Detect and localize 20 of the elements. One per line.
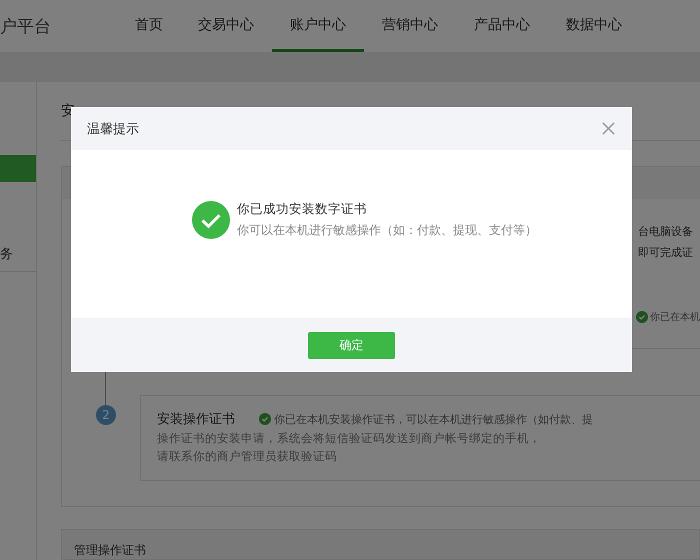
brand-title: 户平台	[0, 16, 52, 38]
confirm-button[interactable]: 确定	[308, 332, 395, 358]
nav-tab[interactable]: 产品中心	[456, 0, 548, 52]
status-text: 你已在本机安装操作证书，可以在本机进行敏感操作（如付款、提	[274, 412, 593, 427]
nav-tab[interactable]: 数据中心	[548, 0, 640, 52]
nav-tab[interactable]: 首页	[118, 0, 180, 52]
dialog-detail: 你可以在本机进行敏感操作（如：付款、提现、支付等）	[237, 222, 537, 239]
step-description: 操作证书的安装申请，系统会将短信验证码发送到商户帐号绑定的手机，	[157, 431, 541, 446]
step-title: 安装操作证书	[157, 411, 235, 428]
nav-tab[interactable]: 营销中心	[364, 0, 456, 52]
step-text: 台电脑设备	[638, 224, 694, 240]
step-description: 请联系你的商户管理员获取验证码	[157, 449, 337, 464]
nav-tab[interactable]: 交易中心	[180, 0, 272, 52]
sidebar-item[interactable]: 务	[0, 237, 36, 272]
dialog-message: 你已成功安装数字证书	[237, 201, 368, 218]
dialog-title: 温馨提示	[87, 120, 139, 138]
section-title: 管理操作证书	[74, 542, 146, 559]
step-number: 2	[96, 405, 116, 426]
step-text: 即可完成证	[638, 245, 694, 260]
status-text: 你已在本机	[650, 310, 700, 324]
